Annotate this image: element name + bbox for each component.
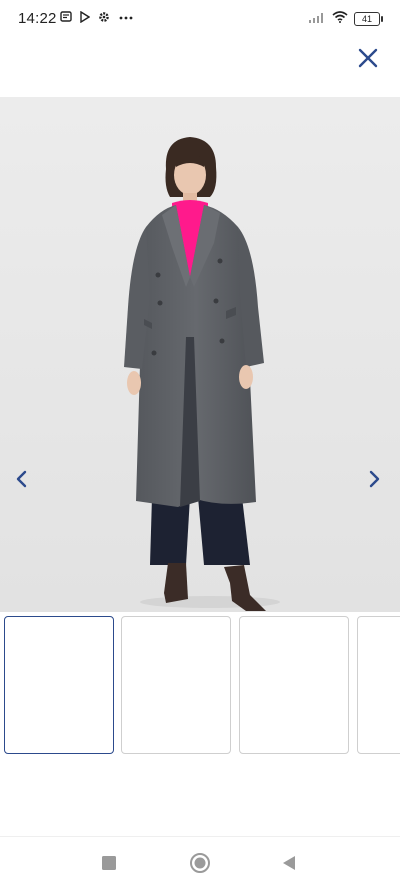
status-bar: 14:22 41 [0,0,400,36]
battery-indicator: 41 [354,12,383,26]
signal-icon [308,10,326,28]
status-notification-icons [60,10,134,26]
chevron-left-icon [16,470,27,488]
previous-image-button[interactable] [10,467,34,491]
close-button[interactable] [354,44,382,72]
home-button[interactable] [189,852,211,874]
close-icon [358,48,378,68]
status-time: 14:22 [18,10,57,27]
thumbnail-3[interactable] [239,616,349,754]
product-main-image[interactable] [0,97,400,612]
settings-gear-icon [98,11,110,26]
message-icon [60,11,72,26]
circle-home-icon [190,853,210,873]
thumbnail-4[interactable] [357,616,400,754]
system-nav-bar [0,836,400,889]
thumbnail-1[interactable] [4,616,114,754]
wifi-icon [332,10,348,28]
recents-button[interactable] [98,852,120,874]
chevron-right-icon [369,470,380,488]
back-button[interactable] [278,852,300,874]
square-recents-icon [102,856,116,870]
triangle-back-icon [283,856,295,870]
thumbnail-strip [0,616,400,756]
product-photo [0,97,400,612]
status-system-icons: 41 [308,10,383,28]
next-image-button[interactable] [362,467,386,491]
play-store-icon [80,10,91,26]
thumbnail-2[interactable] [121,616,231,754]
more-dots-icon [118,11,134,26]
